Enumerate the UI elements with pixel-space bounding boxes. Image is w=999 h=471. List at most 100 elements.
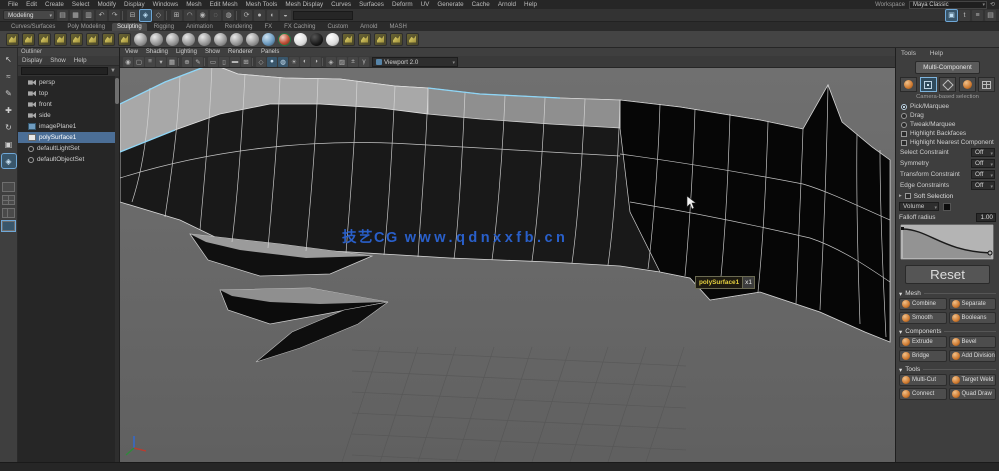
statusline-icon[interactable] [236,10,239,20]
outliner-row[interactable]: defaultObjectSet [18,154,119,165]
shelf-tab[interactable]: Poly Modeling [62,23,110,31]
undo-icon[interactable]: ↶ [96,9,107,21]
toolkit-checkbox-row[interactable]: Highlight Backfaces [899,129,996,138]
snap-point-icon[interactable]: ◉ [197,9,208,21]
outliner-scrollbar[interactable] [115,76,119,462]
component-tool-button[interactable]: Add Divisions [948,350,996,362]
exposure-icon[interactable]: ± [348,56,358,67]
wax-tool-icon[interactable] [374,32,387,46]
workspace-reset-icon[interactable]: ⟲ [990,1,995,8]
statusline-icon[interactable] [166,10,169,20]
update-plane-icon[interactable] [406,32,419,46]
shelf-tab[interactable]: FX Caching [279,23,320,31]
shelf-tab[interactable]: FX [259,23,277,31]
outliner-menu-item[interactable]: Display [22,57,42,64]
object-mode-icon[interactable] [900,77,917,92]
mask-brush-icon[interactable] [278,32,291,46]
viewport-menu-item[interactable]: Panels [261,49,279,55]
foamy-tool-icon[interactable] [102,32,115,46]
wireframe-icon[interactable]: ◇ [256,56,266,67]
menu-item[interactable]: Curves [327,1,355,8]
component-tool-button[interactable]: Bevel [948,336,996,348]
menu-item[interactable]: Edit Mesh [206,1,242,8]
edge-mode-icon[interactable] [939,77,956,92]
polish-brush-icon[interactable] [326,32,339,46]
outliner-menu-item[interactable]: Show [50,57,65,64]
outliner-row[interactable]: defaultLightSet [18,143,119,154]
toolkit-menu-item[interactable]: Help [930,50,943,57]
save-scene-icon[interactable]: ▥ [83,9,94,21]
outliner-row[interactable]: persp [18,77,119,88]
time-slider-collapsed[interactable] [0,462,999,471]
menu-item[interactable]: Cache [468,1,494,8]
toolkit-dropdown-row[interactable]: Edge Constraints Off [899,180,996,191]
select-tool-icon[interactable]: ↖ [2,52,16,66]
workspace-dropdown[interactable]: Maya Classic [908,0,987,9]
xray-icon[interactable]: ▨ [337,56,347,67]
modeling-tool-button[interactable]: Connect [899,388,947,400]
multi-component-button[interactable]: Multi-Component [915,61,980,74]
toolkit-menu-item[interactable]: Tools [901,50,916,57]
mesh-tool-button[interactable]: Combine [899,298,947,310]
spray-tool-icon[interactable] [118,32,131,46]
render-settings-icon[interactable]: ◒ [280,9,291,21]
menu-item[interactable]: Select [68,1,94,8]
layout-persp-graph-button[interactable] [1,220,16,232]
statusline-icon[interactable] [122,10,125,20]
lights-icon[interactable]: ☀ [289,56,299,67]
menu-set-dropdown[interactable]: Modeling [3,10,55,21]
image-plane-icon[interactable]: ▦ [167,56,177,67]
shelf-tab[interactable]: Animation [181,23,218,31]
pan-zoom-icon[interactable]: ⊕ [182,56,192,67]
sculpt-tool-icon[interactable] [6,32,19,46]
menu-item[interactable]: Display [120,1,149,8]
marquee-radio-row[interactable]: Tweak/Marquee [899,120,996,129]
viewport-menu-item[interactable]: Lighting [176,49,197,55]
modeling-toolkit-toggle-icon[interactable]: ▣ [945,8,958,22]
menu-item[interactable]: Generate [433,1,467,8]
move-tool-icon[interactable]: ✚ [2,103,16,117]
tools-section-header[interactable]: ▾ Tools [899,365,996,374]
snap-curve-icon[interactable]: ◠ [184,9,195,21]
imprint-tool-icon[interactable] [358,32,371,46]
outliner-row[interactable]: imagePlane1 [18,121,119,132]
smooth-shade-icon[interactable]: ● [267,56,277,67]
menu-item[interactable]: Arnold [494,1,520,8]
menu-item[interactable]: Help [520,1,541,8]
construction-history-icon[interactable]: ⟳ [241,9,252,21]
face-mode-icon[interactable] [958,77,976,92]
modeling-tool-button[interactable]: Target Weld [948,374,996,386]
camera-attributes-icon[interactable]: ≡ [145,56,155,67]
smear-brush-icon[interactable] [230,32,243,46]
viewport-menu-item[interactable]: Shading [146,49,168,55]
new-scene-icon[interactable]: ▤ [57,9,68,21]
film-gate-icon[interactable]: ▭ [208,56,218,67]
menu-item[interactable]: Modify [93,1,120,8]
gate-mask-icon[interactable]: ▬ [230,56,240,67]
layout-single-pane-button[interactable] [2,182,15,192]
menu-item[interactable]: Create [41,1,68,8]
viewport-icon[interactable] [322,57,325,66]
amplify-brush-icon[interactable] [134,32,147,46]
menu-item[interactable]: Windows [149,1,183,8]
redo-icon[interactable]: ↷ [109,9,120,21]
fill-brush-icon[interactable] [182,32,195,46]
lasso-tool-icon[interactable]: ≈ [2,69,16,83]
filter-icon[interactable]: ▼ [110,68,116,74]
falloff-mode-dropdown[interactable]: Volume [899,202,939,212]
soft-selection-header[interactable]: ▸ Soft Selection [899,191,996,201]
shelf-tab[interactable]: Rigging [149,23,179,31]
viewport-icon[interactable] [252,57,255,66]
uv-mode-icon[interactable] [978,77,995,92]
clay-brush-icon[interactable] [294,32,307,46]
last-tool-icon[interactable]: ◈ [0,153,17,169]
knife-brush-icon[interactable] [198,32,211,46]
soft-selection-checkbox[interactable] [904,193,911,199]
mesh-polySurface1[interactable] [120,68,891,363]
menu-item[interactable]: File [4,1,22,8]
snap-grid-icon[interactable]: ⊞ [171,9,182,21]
field-chart-icon[interactable]: ⊞ [241,56,251,67]
dropdown-value[interactable]: Off [971,148,995,158]
menu-item[interactable]: UV [417,1,434,8]
dropdown-value[interactable]: Off [971,170,995,180]
